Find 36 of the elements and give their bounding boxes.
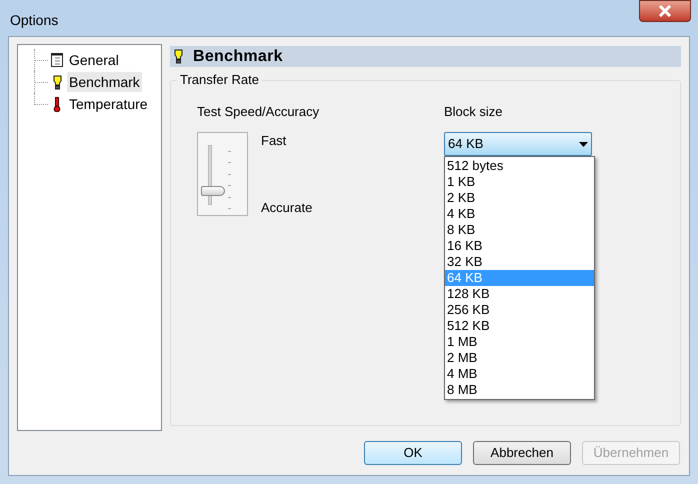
tree-item[interactable]: Temperature [67,94,150,114]
dropdown-caret-icon [579,142,588,146]
dropdown-option[interactable]: 256 KB [445,302,594,318]
lightbulb-icon [52,74,62,90]
tree-item[interactable]: Benchmark [67,72,142,92]
dropdown-option[interactable]: 128 KB [445,286,594,302]
accurate-label: Accurate [261,200,312,216]
window-title: Options [10,11,58,30]
document-icon [51,53,63,67]
dropdown-option[interactable]: 512 KB [445,318,594,334]
dropdown-option[interactable]: 8 MB [445,382,594,398]
dialog-button[interactable]: OK [364,441,462,465]
fast-label: Fast [261,133,288,149]
dropdown-option[interactable]: 4 MB [445,366,594,382]
close-button[interactable] [639,0,691,22]
dropdown-value: 64 KB [448,135,484,154]
dropdown-option[interactable]: 1 KB [445,174,594,190]
tree-item[interactable]: General [67,50,121,70]
dropdown-option[interactable]: 4 KB [445,206,594,222]
dropdown-option[interactable]: 512 bytes [445,158,594,174]
dialog-button[interactable]: Abbrechen [473,441,571,465]
speed-slider[interactable] [197,132,248,216]
page-title: Benchmark [193,46,283,66]
slider-thumb[interactable] [201,186,225,196]
dropdown-option[interactable]: 16 KB [445,238,594,254]
dropdown-option[interactable]: 2 KB [445,190,594,206]
block-size-label: Block size [444,104,504,120]
dropdown-option[interactable]: 1 MB [445,334,594,350]
lightbulb-icon [174,49,183,64]
dropdown-option[interactable]: 32 KB [445,254,594,270]
speed-label: Test Speed/Accuracy [197,104,320,120]
close-icon [658,5,672,17]
dropdown-option[interactable]: 2 MB [445,350,594,366]
block-size-dropdown[interactable]: 64 KB [444,132,592,156]
dropdown-option[interactable]: 8 KB [445,222,594,238]
thermometer-icon [53,96,61,112]
